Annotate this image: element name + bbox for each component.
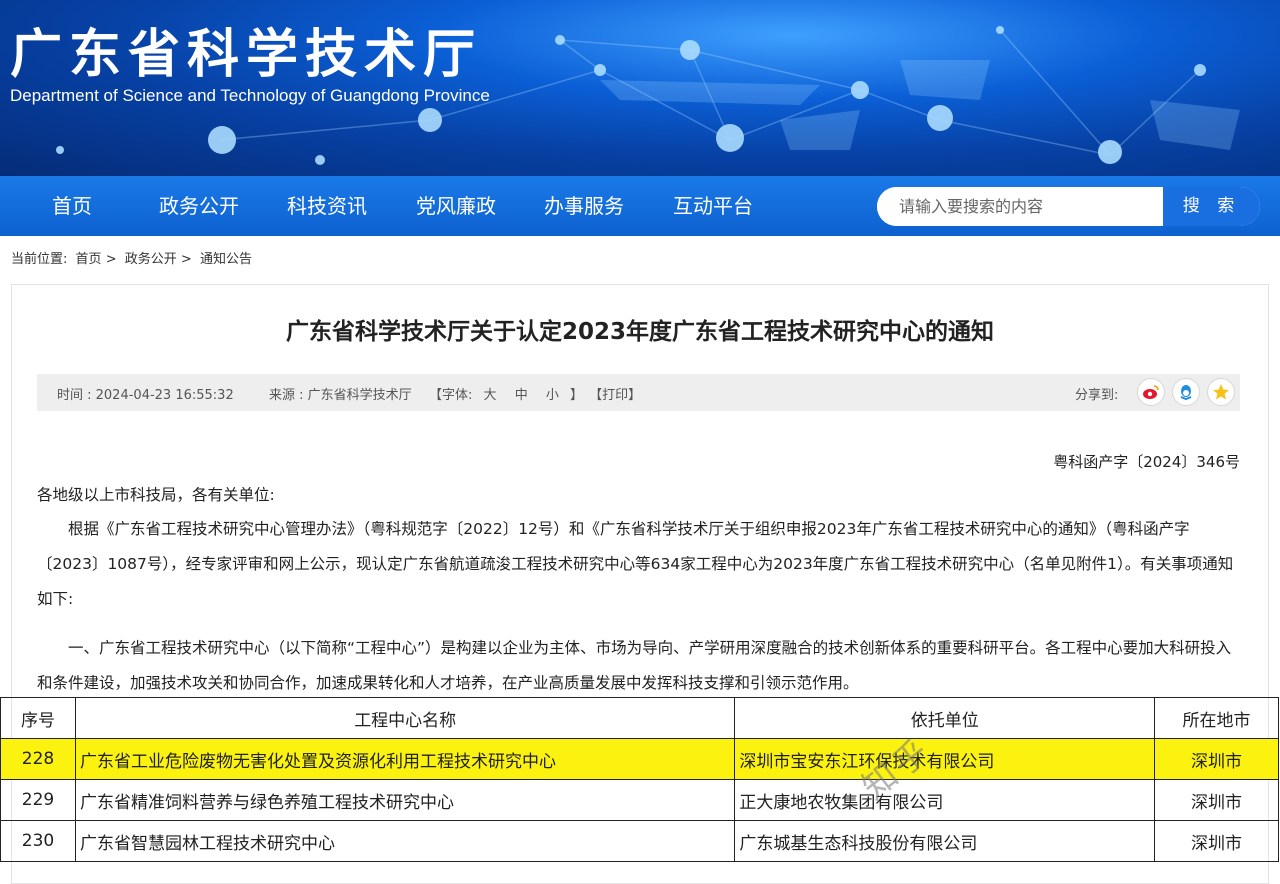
row-center-name: 广东省工业危险废物无害化处置及资源化利用工程技术研究中心: [74, 738, 736, 780]
header-center-name: 工程中心名称: [74, 697, 736, 739]
paragraph-1: 根据《广东省工程技术研究中心管理办法》（粤科规范字〔2022〕12号）和《广东省…: [37, 520, 1234, 608]
row-index: 229: [0, 779, 76, 821]
font-size-control: 【字体: 大 中 小 】 【打印】: [429, 384, 648, 403]
center-list-table: 序号 工程中心名称 依托单位 所在地市 228 广东省工业危险废物无害化处置及资…: [0, 697, 1279, 862]
breadcrumb-government-affairs[interactable]: 政务公开: [125, 252, 177, 267]
search-button[interactable]: 搜 索: [1163, 187, 1260, 226]
row-index: 230: [0, 820, 76, 862]
nav-item-government-affairs[interactable]: 政务公开: [159, 176, 239, 236]
search-input[interactable]: [877, 187, 1163, 226]
row-city: 深圳市: [1154, 820, 1279, 862]
breadcrumb: 当前位置: 首页 > 政务公开 > 通知公告: [11, 248, 252, 267]
salutation: 各地级以上市科技局，各有关单位:: [37, 486, 275, 504]
row-city: 深圳市: [1154, 738, 1279, 780]
row-center-name: 广东省智慧园林工程技术研究中心: [74, 820, 736, 862]
row-host-unit: 深圳市宝安东江环保技术有限公司: [734, 738, 1156, 780]
header-city: 所在地市: [1154, 697, 1279, 739]
breadcrumb-separator: >: [105, 252, 117, 267]
header-index: 序号: [0, 697, 76, 739]
header-host-unit: 依托单位: [734, 697, 1156, 739]
print-button[interactable]: 【打印】: [589, 388, 641, 403]
qzone-icon[interactable]: [1207, 378, 1235, 406]
breadcrumb-home[interactable]: 首页: [76, 252, 102, 267]
nav-item-services[interactable]: 办事服务: [544, 176, 624, 236]
nav-item-party-integrity[interactable]: 党风廉政: [416, 176, 496, 236]
table-row: 229 广东省精准饲料营养与绿色养殖工程技术研究中心 正大康地农牧集团有限公司 …: [0, 779, 1279, 821]
site-title: 广东省科学技术厅: [10, 25, 483, 85]
article-meta-bar: 时间 : 2024-04-23 16:55:32 来源 : 广东省科学技术厅 【…: [37, 374, 1240, 411]
breadcrumb-notices[interactable]: 通知公告: [200, 252, 252, 267]
font-small-button[interactable]: 小: [546, 388, 559, 403]
table-header-row: 序号 工程中心名称 依托单位 所在地市: [0, 697, 1279, 739]
font-size-close: 】: [570, 388, 584, 403]
table-row: 228 广东省工业危险废物无害化处置及资源化利用工程技术研究中心 深圳市宝安东江…: [0, 738, 1279, 780]
publish-time: 时间 : 2024-04-23 16:55:32: [57, 388, 234, 403]
breadcrumb-prefix: 当前位置:: [11, 252, 68, 267]
site-subtitle: Department of Science and Technology of …: [10, 86, 490, 105]
share-label: 分享到:: [1075, 388, 1119, 403]
nav-item-interaction[interactable]: 互动平台: [673, 176, 753, 236]
font-size-label: 【字体:: [429, 388, 473, 403]
row-host-unit: 广东城基生态科技股份有限公司: [734, 820, 1156, 862]
header-banner: 广东省科学技术厅 Department of Science and Techn…: [0, 0, 1280, 176]
row-index: 228: [0, 738, 76, 780]
nav-item-home[interactable]: 首页: [52, 176, 92, 236]
paragraph-2: 一、广东省工程技术研究中心（以下简称“工程中心”）是构建以企业为主体、市场为导向…: [37, 639, 1232, 692]
weibo-icon[interactable]: [1137, 378, 1165, 406]
qq-icon[interactable]: [1172, 378, 1200, 406]
breadcrumb-separator: >: [180, 252, 192, 267]
font-medium-button[interactable]: 中: [515, 388, 528, 403]
row-host-unit: 正大康地农牧集团有限公司: [734, 779, 1156, 821]
nav-item-tech-news[interactable]: 科技资讯: [287, 176, 367, 236]
row-center-name: 广东省精准饲料营养与绿色养殖工程技术研究中心: [74, 779, 736, 821]
table-row: 230 广东省智慧园林工程技术研究中心 广东城基生态科技股份有限公司 深圳市: [0, 820, 1279, 862]
document-number: 粤科函产字〔2024〕346号: [1053, 453, 1240, 471]
article-title: 广东省科学技术厅关于认定2023年度广东省工程技术研究中心的通知: [285, 319, 994, 345]
row-city: 深圳市: [1154, 779, 1279, 821]
search-box: 搜 索: [877, 187, 1260, 226]
font-large-button[interactable]: 大: [484, 388, 497, 403]
article-source: 来源 : 广东省科学技术厅: [269, 388, 412, 403]
